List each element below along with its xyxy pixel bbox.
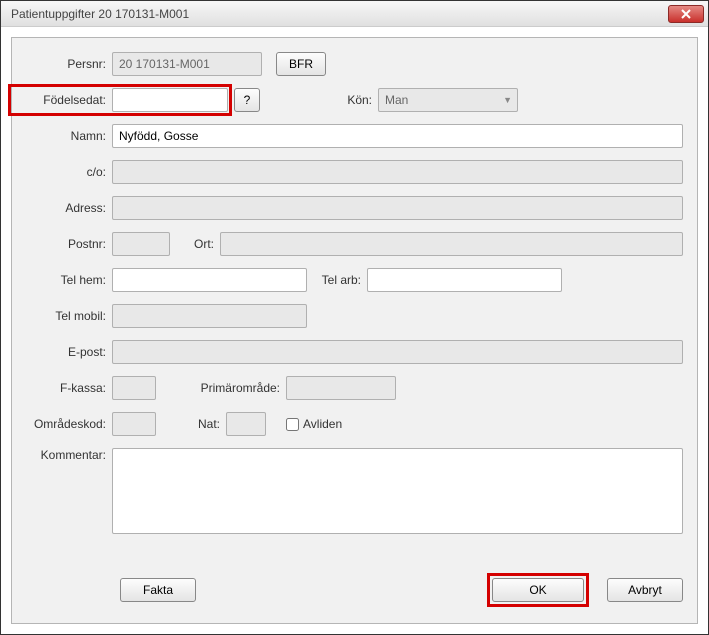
telmobil-label: Tel mobil:: [12, 309, 112, 323]
namn-input[interactable]: [112, 124, 683, 148]
persnr-input: [112, 52, 262, 76]
kon-value: [378, 88, 518, 112]
epost-input: [112, 340, 683, 364]
ort-label: Ort:: [170, 237, 220, 251]
ort-input: [220, 232, 683, 256]
kon-select[interactable]: ▼: [378, 88, 518, 112]
close-icon: [681, 9, 691, 19]
dialog-buttons: Fakta OK Avbryt: [12, 573, 683, 607]
fodelsedat-input[interactable]: [112, 88, 228, 112]
fodelsedat-label: Födelsedat:: [12, 93, 112, 107]
adress-label: Adress:: [12, 201, 112, 215]
omradeskod-label: Områdeskod:: [12, 417, 112, 431]
omradeskod-input: [112, 412, 156, 436]
telhem-input[interactable]: [112, 268, 307, 292]
avliden-checkbox-wrap[interactable]: Avliden: [286, 417, 342, 431]
fakta-button[interactable]: Fakta: [120, 578, 196, 602]
nat-label: Nat:: [156, 417, 226, 431]
co-input: [112, 160, 683, 184]
telmobil-input: [112, 304, 307, 328]
fkassa-label: F-kassa:: [12, 381, 112, 395]
primaromrade-input: [286, 376, 396, 400]
avliden-label: Avliden: [303, 417, 342, 431]
kommentar-input[interactable]: [112, 448, 683, 534]
bfr-button[interactable]: BFR: [276, 52, 326, 76]
kommentar-label: Kommentar:: [12, 448, 112, 462]
kon-label: Kön:: [260, 93, 378, 107]
telhem-label: Tel hem:: [12, 273, 112, 287]
window-title: Patientuppgifter 20 170131-M001: [11, 7, 189, 21]
namn-label: Namn:: [12, 129, 112, 143]
telarb-label: Tel arb:: [307, 273, 367, 287]
primaromrade-label: Primärområde:: [156, 381, 286, 395]
persnr-label: Persnr:: [12, 57, 112, 71]
fodelsedat-help-button[interactable]: ?: [234, 88, 260, 112]
avliden-checkbox[interactable]: [286, 418, 299, 431]
postnr-label: Postnr:: [12, 237, 112, 251]
avbryt-button[interactable]: Avbryt: [607, 578, 683, 602]
patient-dialog: Patientuppgifter 20 170131-M001 Persnr: …: [0, 0, 709, 635]
epost-label: E-post:: [12, 345, 112, 359]
adress-input: [112, 196, 683, 220]
nat-input: [226, 412, 266, 436]
postnr-input: [112, 232, 170, 256]
telarb-input[interactable]: [367, 268, 562, 292]
ok-button[interactable]: OK: [492, 578, 584, 602]
titlebar: Patientuppgifter 20 170131-M001: [1, 1, 708, 27]
close-button[interactable]: [668, 5, 704, 23]
co-label: c/o:: [12, 165, 112, 179]
dialog-content: Persnr: BFR Födelsedat: ? Kön: ▼ Namn:: [11, 37, 698, 624]
fkassa-input: [112, 376, 156, 400]
